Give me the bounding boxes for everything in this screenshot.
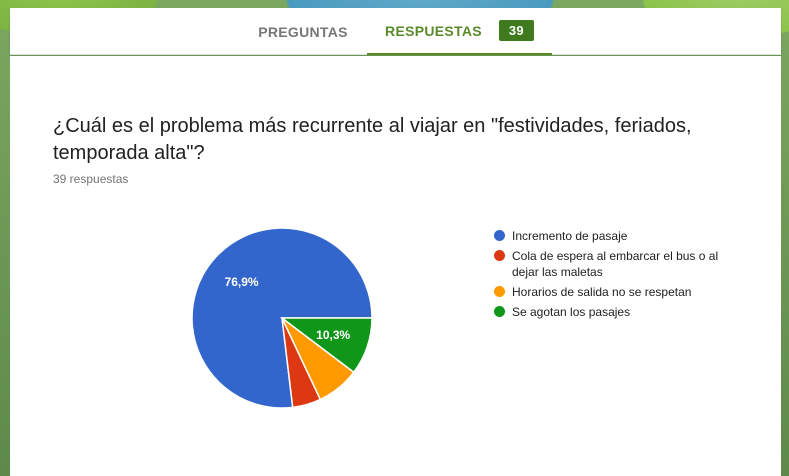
legend-label: Cola de espera al embarcar el bus o al d…	[512, 249, 719, 279]
legend-color-dot	[494, 230, 505, 241]
tab-respuestas[interactable]: RESPUESTAS 39	[367, 8, 552, 55]
legend-label: Incremento de pasaje	[512, 229, 628, 243]
legend-color-dot	[494, 306, 505, 317]
legend-label: Horarios de salida no se respetan	[512, 285, 692, 299]
tab-preguntas[interactable]: PREGUNTAS	[250, 8, 356, 55]
legend-item[interactable]: Horarios de salida no se respetan	[494, 284, 724, 300]
tab-bar: PREGUNTAS RESPUESTAS 39	[10, 8, 781, 55]
question-card: ¿Cuál es el problema más recurrente al v…	[10, 56, 781, 476]
chart-legend: Incremento de pasaje Cola de espera al em…	[494, 228, 724, 324]
pie-data-label: 10,3%	[316, 328, 350, 342]
legend-color-dot	[494, 250, 505, 261]
responses-count-badge: 39	[498, 20, 534, 41]
legend-item[interactable]: Cola de espera al embarcar el bus o al d…	[494, 248, 724, 280]
legend-item[interactable]: Se agotan los pasajes	[494, 304, 724, 320]
legend-label: Se agotan los pasajes	[512, 305, 631, 319]
tab-respuestas-label: RESPUESTAS	[385, 22, 482, 39]
pie-data-label: 76,9%	[225, 275, 259, 289]
legend-color-dot	[494, 286, 505, 297]
legend-item[interactable]: Incremento de pasaje	[494, 228, 724, 244]
tab-preguntas-label: PREGUNTAS	[258, 23, 348, 40]
